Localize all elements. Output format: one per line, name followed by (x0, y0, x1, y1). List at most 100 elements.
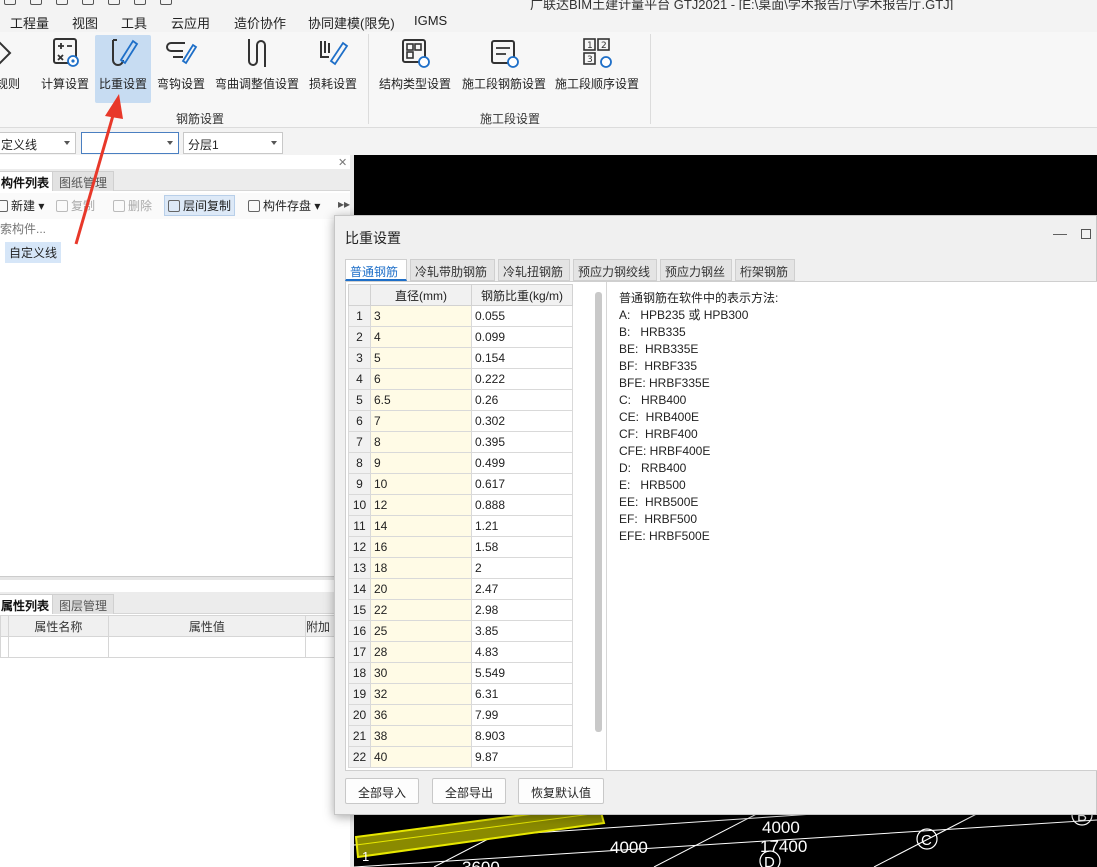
tab-normal-rebar[interactable]: 普通钢筋 (345, 259, 407, 281)
table-row[interactable]: 16 25 3.85 (348, 620, 573, 642)
table-row[interactable]: 3 5 0.154 (348, 347, 573, 369)
diameter-cell[interactable]: 7 (370, 410, 472, 432)
table-row[interactable]: 12 16 1.58 (348, 536, 573, 558)
legend-line: EF: HRBF500 (619, 512, 698, 526)
legend-heading: 普通钢筋在软件中的表示方法: (619, 291, 779, 305)
import-all-button[interactable]: 全部导入 (345, 778, 420, 804)
legend-line: EE: HRB500E (619, 495, 699, 509)
density-cell[interactable]: 0.302 (471, 410, 573, 432)
table-row[interactable]: 4 6 0.222 (348, 368, 573, 390)
table-row[interactable]: 14 20 2.47 (348, 578, 573, 600)
table-row[interactable]: 20 36 7.99 (348, 704, 573, 726)
density-cell[interactable]: 0.617 (471, 473, 573, 495)
density-cell[interactable]: 0.055 (471, 305, 573, 327)
density-table: 直径(mm) 钢筋比重(kg/m) 1 3 0.055 2 4 0.099 3 5 0.154 4… (348, 284, 573, 768)
diameter-cell[interactable]: 4 (370, 326, 472, 348)
table-row[interactable]: 1 3 0.055 (348, 305, 573, 327)
row-number: 19 (348, 683, 371, 705)
row-number: 1 (348, 305, 371, 327)
table-row[interactable]: 22 40 9.87 (348, 746, 573, 768)
column-header-diameter[interactable]: 直径(mm) (370, 284, 472, 306)
density-cell[interactable]: 0.888 (471, 494, 573, 516)
table-row[interactable]: 10 12 0.888 (348, 494, 573, 516)
density-cell[interactable]: 7.99 (471, 704, 573, 726)
table-row[interactable]: 8 9 0.499 (348, 452, 573, 474)
table-row[interactable]: 15 22 2.98 (348, 599, 573, 621)
diameter-cell[interactable]: 14 (370, 515, 472, 537)
table-row[interactable]: 17 28 4.83 (348, 641, 573, 663)
table-row[interactable]: 18 30 5.549 (348, 662, 573, 684)
density-cell[interactable]: 0.222 (471, 368, 573, 390)
table-row[interactable]: 19 32 6.31 (348, 683, 573, 705)
diameter-cell[interactable]: 32 (370, 683, 472, 705)
export-all-button[interactable]: 全部导出 (432, 778, 507, 804)
diameter-cell[interactable]: 22 (370, 599, 472, 621)
row-number: 14 (348, 578, 371, 600)
density-cell[interactable]: 0.395 (471, 431, 573, 453)
table-scrollbar[interactable] (595, 292, 602, 732)
row-number: 10 (348, 494, 371, 516)
tab-prestressed-strand[interactable]: 预应力钢绞线 (573, 259, 657, 281)
table-row[interactable]: 5 6.5 0.26 (348, 389, 573, 411)
row-number: 9 (348, 473, 371, 495)
density-cell[interactable]: 0.499 (471, 452, 573, 474)
density-cell[interactable]: 0.26 (471, 389, 573, 411)
diameter-cell[interactable]: 36 (370, 704, 472, 726)
density-cell[interactable]: 5.549 (471, 662, 573, 684)
dialog-title: 比重设置 (345, 230, 401, 246)
tab-cold-ribbed-rebar[interactable]: 冷轧带肋钢筋 (410, 259, 495, 281)
density-cell[interactable]: 6.31 (471, 683, 573, 705)
diameter-cell[interactable]: 6 (370, 368, 472, 390)
density-settings-dialog: 比重设置 — 普通钢筋 冷轧带肋钢筋 冷轧扭钢筋 预应力钢绞线 预应力钢丝 桁架… (334, 215, 1097, 815)
table-row[interactable]: 2 4 0.099 (348, 326, 573, 348)
legend-line: A: HPB235 或 HPB300 (619, 308, 749, 322)
density-cell[interactable]: 9.87 (471, 746, 573, 768)
diameter-cell[interactable]: 12 (370, 494, 472, 516)
column-header-density[interactable]: 钢筋比重(kg/m) (471, 284, 573, 306)
table-row[interactable]: 6 7 0.302 (348, 410, 573, 432)
diameter-cell[interactable]: 8 (370, 431, 472, 453)
table-row[interactable]: 9 10 0.617 (348, 473, 573, 495)
density-cell[interactable]: 0.154 (471, 347, 573, 369)
row-number: 16 (348, 620, 371, 642)
density-cell[interactable]: 1.58 (471, 536, 573, 558)
table-row[interactable]: 11 14 1.21 (348, 515, 573, 537)
diameter-cell[interactable]: 20 (370, 578, 472, 600)
diameter-cell[interactable]: 16 (370, 536, 472, 558)
diameter-cell[interactable]: 18 (370, 557, 472, 579)
restore-defaults-button[interactable]: 恢复默认值 (518, 778, 605, 804)
diameter-cell[interactable]: 25 (370, 620, 472, 642)
table-row[interactable]: 13 18 2 (348, 557, 573, 579)
maximize-icon[interactable] (1081, 229, 1091, 239)
table-row[interactable]: 21 38 8.903 (348, 725, 573, 747)
density-cell[interactable]: 1.21 (471, 515, 573, 537)
tab-cold-twisted-rebar[interactable]: 冷轧扭钢筋 (498, 259, 570, 281)
tab-prestressed-wire[interactable]: 预应力钢丝 (660, 259, 732, 281)
legend-line: CFE: HRBF400E (619, 444, 711, 458)
row-number: 17 (348, 641, 371, 663)
grid-corner (348, 284, 371, 306)
legend-line: C: HRB400 (619, 393, 687, 407)
diameter-cell[interactable]: 6.5 (370, 389, 472, 411)
diameter-cell[interactable]: 38 (370, 725, 472, 747)
notation-legend: 普通钢筋在软件中的表示方法: A: HPB235 或 HPB300 B: HRB33… (606, 282, 1097, 770)
density-cell[interactable]: 2.98 (471, 599, 573, 621)
diameter-cell[interactable]: 30 (370, 662, 472, 684)
table-row[interactable]: 7 8 0.395 (348, 431, 573, 453)
density-cell[interactable]: 3.85 (471, 620, 573, 642)
diameter-cell[interactable]: 9 (370, 452, 472, 474)
density-cell[interactable]: 8.903 (471, 725, 573, 747)
tab-truss-rebar[interactable]: 桁架钢筋 (735, 259, 795, 281)
row-number: 18 (348, 662, 371, 684)
diameter-cell[interactable]: 10 (370, 473, 472, 495)
diameter-cell[interactable]: 28 (370, 641, 472, 663)
diameter-cell[interactable]: 3 (370, 305, 472, 327)
density-cell[interactable]: 2 (471, 557, 573, 579)
density-cell[interactable]: 4.83 (471, 641, 573, 663)
minimize-icon[interactable]: — (1053, 226, 1067, 240)
density-cell[interactable]: 2.47 (471, 578, 573, 600)
diameter-cell[interactable]: 40 (370, 746, 472, 768)
row-number: 8 (348, 452, 371, 474)
diameter-cell[interactable]: 5 (370, 347, 472, 369)
density-cell[interactable]: 0.099 (471, 326, 573, 348)
